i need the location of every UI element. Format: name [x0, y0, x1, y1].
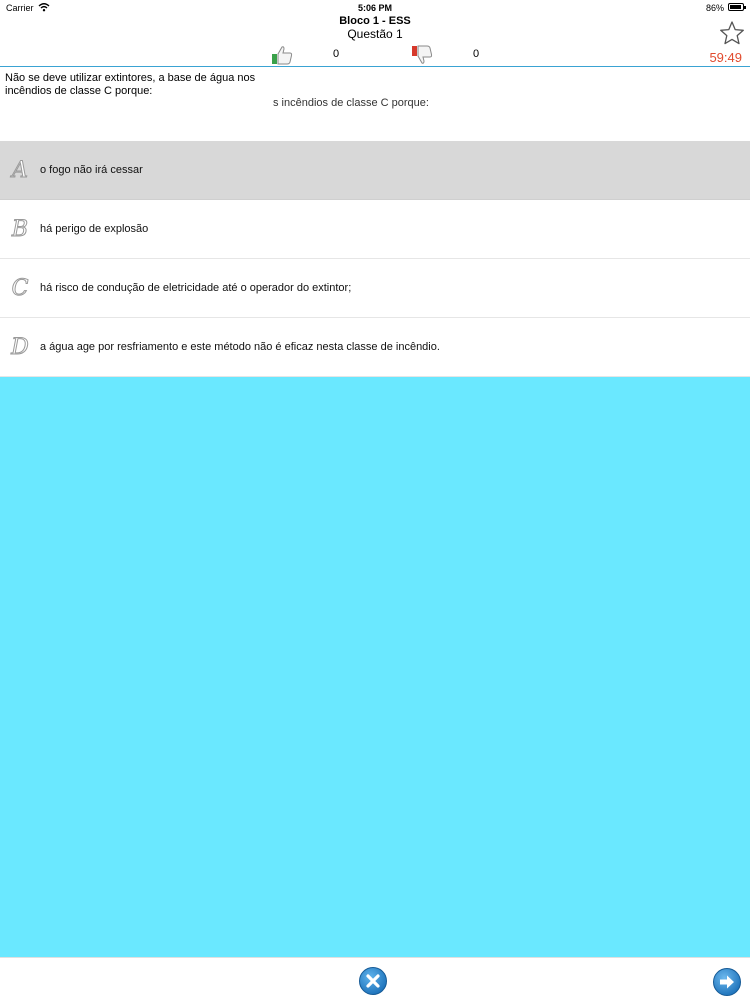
question-number: Questão 1	[347, 27, 403, 41]
answer-letter-d: D	[11, 334, 30, 360]
bottom-toolbar	[0, 957, 750, 1000]
answer-letter-b: B	[11, 216, 29, 242]
answer-list: A o fogo não irá cessar B há perigo de e…	[0, 141, 750, 377]
answer-label-b: há perigo de explosão	[40, 223, 149, 235]
header-divider	[0, 66, 750, 67]
question-text: Não se deve utilizar extintores, a base …	[5, 72, 256, 97]
answer-option-d[interactable]: D a água age por resfriamento e este mét…	[0, 318, 750, 377]
question-text-overflow: s incêndios de classe C porque:	[273, 97, 429, 109]
quiz-header: Bloco 1 - ESS Questão 1 0 0 59:49	[0, 14, 750, 66]
quiz-screen: Carrier 5:06 PM 86% Bloco 1 - ESS Questã…	[0, 0, 750, 1000]
answer-label-a: o fogo não irá cessar	[40, 164, 143, 176]
answer-letter-a: A	[12, 157, 29, 183]
wrong-count: 0	[473, 48, 480, 60]
correct-count: 0	[333, 48, 340, 60]
answer-letter-c: C	[11, 275, 29, 301]
thumbs-up-icon	[272, 46, 293, 65]
battery-icon	[728, 3, 746, 11]
empty-content-area	[0, 377, 750, 957]
answer-option-b[interactable]: B há perigo de explosão	[0, 200, 750, 259]
block-title: Bloco 1 - ESS	[339, 15, 411, 27]
answer-label-d: a água age por resfriamento e este métod…	[40, 341, 440, 353]
answer-label-c: há risco de condução de eletricidade até…	[40, 282, 352, 294]
star-icon[interactable]	[719, 20, 745, 46]
close-icon[interactable]	[358, 966, 388, 996]
answer-option-c[interactable]: C há risco de condução de eletricidade a…	[0, 259, 750, 318]
clock-time: 5:06 PM	[357, 3, 392, 13]
thumbs-down-icon	[412, 45, 433, 64]
battery-percentage: 86%	[705, 3, 724, 13]
next-arrow-icon[interactable]	[712, 967, 742, 997]
answer-option-a[interactable]: A o fogo não irá cessar	[0, 141, 750, 200]
countdown-timer: 59:49	[709, 50, 742, 65]
